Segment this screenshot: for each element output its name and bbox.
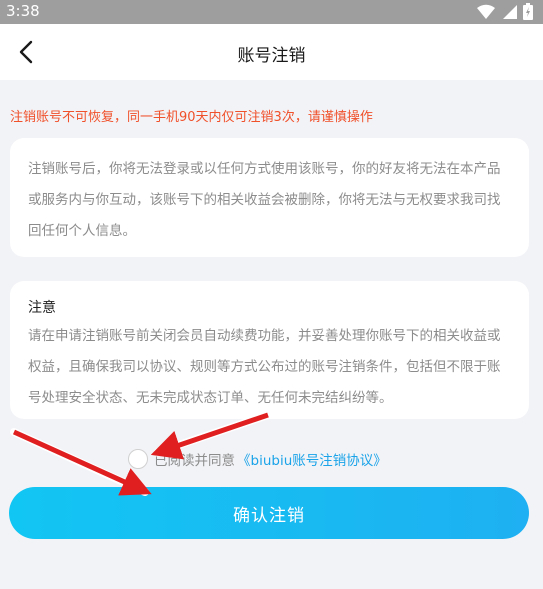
agreement-row: 已阅读并同意 《biubiu账号注销协议》 <box>128 446 387 472</box>
notice-card: 注意 请在申请注销账号前关闭会员自动续费功能，并妥善处理你账号下的相关收益或权益… <box>10 281 529 419</box>
status-time: 3:38 <box>6 2 40 20</box>
battery-icon <box>523 3 533 20</box>
annotation-arrow-button <box>10 428 152 496</box>
page-title: 账号注销 <box>237 46 306 66</box>
status-bar: 3:38 <box>0 0 543 24</box>
agreement-link[interactable]: 《biubiu账号注销协议》 <box>237 449 387 469</box>
notice-title: 注意 <box>28 300 56 316</box>
signal-icon <box>503 4 517 19</box>
warning-text: 注销账号不可恢复，同一手机90天内仅可注销3次，请谨慎操作 <box>10 110 373 125</box>
wifi-icon <box>477 4 495 19</box>
notice-text: 请在申请注销账号前关闭会员自动续费功能，并妥善处理你账号下的相关收益或权益，且确… <box>28 328 501 406</box>
consequence-card: 注销账号后，你将无法登录或以任何方式使用该账号，你的好友将无法在本产品或服务内与… <box>10 138 529 257</box>
agreement-checkbox[interactable] <box>128 449 148 469</box>
consequence-text: 注销账号后，你将无法登录或以任何方式使用该账号，你的好友将无法在本产品或服务内与… <box>28 161 501 239</box>
confirm-cancel-account-button[interactable]: 确认注销 <box>9 487 529 539</box>
status-icons <box>477 3 533 20</box>
agreement-prefix: 已阅读并同意 <box>154 453 235 469</box>
app-header: 账号注销 <box>0 24 543 80</box>
